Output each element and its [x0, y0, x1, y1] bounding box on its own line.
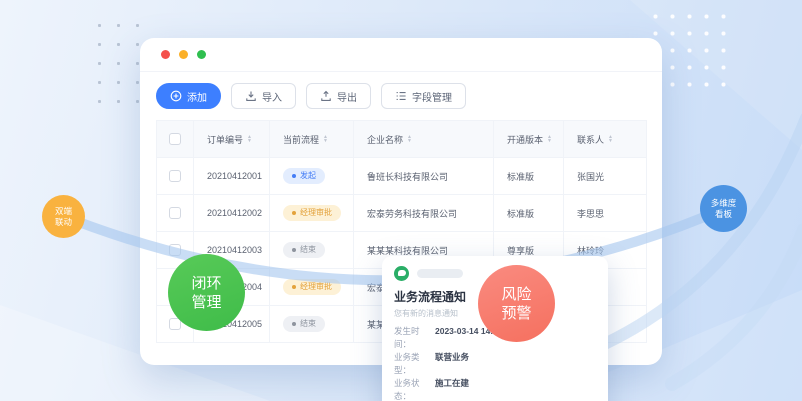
sort-icon[interactable]: ▲▼ [547, 135, 552, 144]
column-header-label: 联系人 [577, 133, 604, 146]
export-button[interactable]: 导出 [306, 83, 371, 109]
cell-version: 标准版 [494, 158, 564, 195]
column-header-label: 当前流程 [283, 133, 319, 146]
column-header-2[interactable]: 企业名称 ▲▼ [354, 121, 494, 158]
feature-bubble-risk-alert: 风险 预警 [478, 265, 555, 342]
bubble-text: 多维度 [711, 198, 737, 209]
column-header-label: 开通版本 [507, 133, 543, 146]
table-row: 20210412001 发起 鲁班长科技有限公司标准版张国光 [157, 158, 647, 195]
column-header-label: 企业名称 [367, 133, 403, 146]
notification-field: 业务类型：联营业务 [394, 351, 596, 377]
add-button-label: 添加 [187, 89, 207, 104]
field-label: 发生时间： [394, 325, 435, 351]
wechat-icon [394, 266, 409, 281]
sort-icon[interactable]: ▲▼ [407, 135, 412, 144]
sort-icon[interactable]: ▲▼ [323, 135, 328, 144]
status-badge: 发起 [283, 168, 325, 184]
row-checkbox[interactable] [169, 207, 181, 219]
table-row: 20210412002 经理审批 宏泰劳务科技有限公司标准版李思思 [157, 195, 647, 232]
status-label: 经理审批 [300, 209, 332, 217]
upload-icon [320, 90, 332, 102]
window-close-button[interactable] [161, 50, 170, 59]
sort-icon[interactable]: ▲▼ [247, 135, 252, 144]
cell-version: 标准版 [494, 195, 564, 232]
table-header-row: 订单编号 ▲▼ 当前流程 ▲▼ 企业名称 ▲▼ 开通版本 ▲▼ 联系人 ▲▼ [157, 121, 647, 158]
column-header-label: 订单编号 [207, 133, 243, 146]
download-icon [245, 90, 257, 102]
status-dot-icon [292, 174, 296, 178]
export-button-label: 导出 [337, 89, 357, 104]
list-icon [395, 90, 407, 102]
bubble-text: 联动 [55, 217, 72, 228]
add-button[interactable]: 添加 [156, 83, 221, 109]
window-minimize-button[interactable] [179, 50, 188, 59]
plus-circle-icon [170, 90, 182, 102]
column-header-3[interactable]: 开通版本 ▲▼ [494, 121, 564, 158]
column-header-1[interactable]: 当前流程 ▲▼ [270, 121, 354, 158]
redacted-sender-pill [417, 269, 463, 278]
sort-icon[interactable]: ▲▼ [608, 135, 613, 144]
bubble-text: 管理 [191, 293, 221, 312]
window-titlebar [140, 38, 662, 72]
status-badge: 经理审批 [283, 205, 341, 221]
import-button[interactable]: 导入 [231, 83, 296, 109]
bubble-text: 风险 [501, 285, 531, 304]
select-all-checkbox[interactable] [169, 133, 181, 145]
field-value: 施工在建 [435, 377, 469, 401]
status-label: 经理审批 [300, 283, 332, 291]
feature-bubble-closed-loop: 闭环 管理 [168, 254, 245, 331]
status-dot-icon [292, 285, 296, 289]
page-background: 添加 导入 导出 字段管理 [0, 0, 802, 401]
cell-current-flow: 结束 [270, 306, 354, 343]
field-manage-button[interactable]: 字段管理 [381, 83, 466, 109]
cell-contact: 张国光 [564, 158, 647, 195]
cell-contact: 李思思 [564, 195, 647, 232]
row-checkbox[interactable] [169, 170, 181, 182]
status-badge: 经理审批 [283, 279, 341, 295]
status-dot-icon [292, 248, 296, 252]
cell-order-no: 20210412002 [194, 195, 270, 232]
column-header-4[interactable]: 联系人 ▲▼ [564, 121, 647, 158]
status-dot-icon [292, 211, 296, 215]
feature-bubble-dashboard: 多维度 看板 [700, 185, 747, 232]
bubble-text: 看板 [715, 209, 732, 220]
import-button-label: 导入 [262, 89, 282, 104]
bubble-text: 闭环 [191, 274, 221, 293]
bubble-text: 双端 [55, 206, 72, 217]
cell-order-no: 20210412001 [194, 158, 270, 195]
field-manage-button-label: 字段管理 [412, 89, 452, 104]
feature-bubble-dual-link: 双端 联动 [42, 195, 85, 238]
status-dot-icon [292, 322, 296, 326]
cell-current-flow: 结束 [270, 232, 354, 269]
bubble-text: 预警 [501, 304, 531, 323]
window-maximize-button[interactable] [197, 50, 206, 59]
status-label: 结束 [300, 246, 316, 254]
status-label: 发起 [300, 172, 316, 180]
field-value: 联营业务 [435, 351, 469, 377]
row-checkbox[interactable] [169, 244, 181, 256]
notification-field: 业务状态：施工在建 [394, 377, 596, 401]
status-badge: 结束 [283, 242, 325, 258]
cell-company: 鲁班长科技有限公司 [354, 158, 494, 195]
column-header-0[interactable]: 订单编号 ▲▼ [194, 121, 270, 158]
status-badge: 结束 [283, 316, 325, 332]
toolbar: 添加 导入 导出 字段管理 [140, 72, 662, 117]
notification-fields: 发生时间：2023-03-14 14:2业务类型：联营业务业务状态：施工在建备注… [394, 325, 596, 401]
field-label: 业务状态： [394, 377, 435, 401]
field-label: 业务类型： [394, 351, 435, 377]
status-label: 结束 [300, 320, 316, 328]
cell-company: 宏泰劳务科技有限公司 [354, 195, 494, 232]
cell-current-flow: 经理审批 [270, 269, 354, 306]
cell-current-flow: 发起 [270, 158, 354, 195]
cell-current-flow: 经理审批 [270, 195, 354, 232]
